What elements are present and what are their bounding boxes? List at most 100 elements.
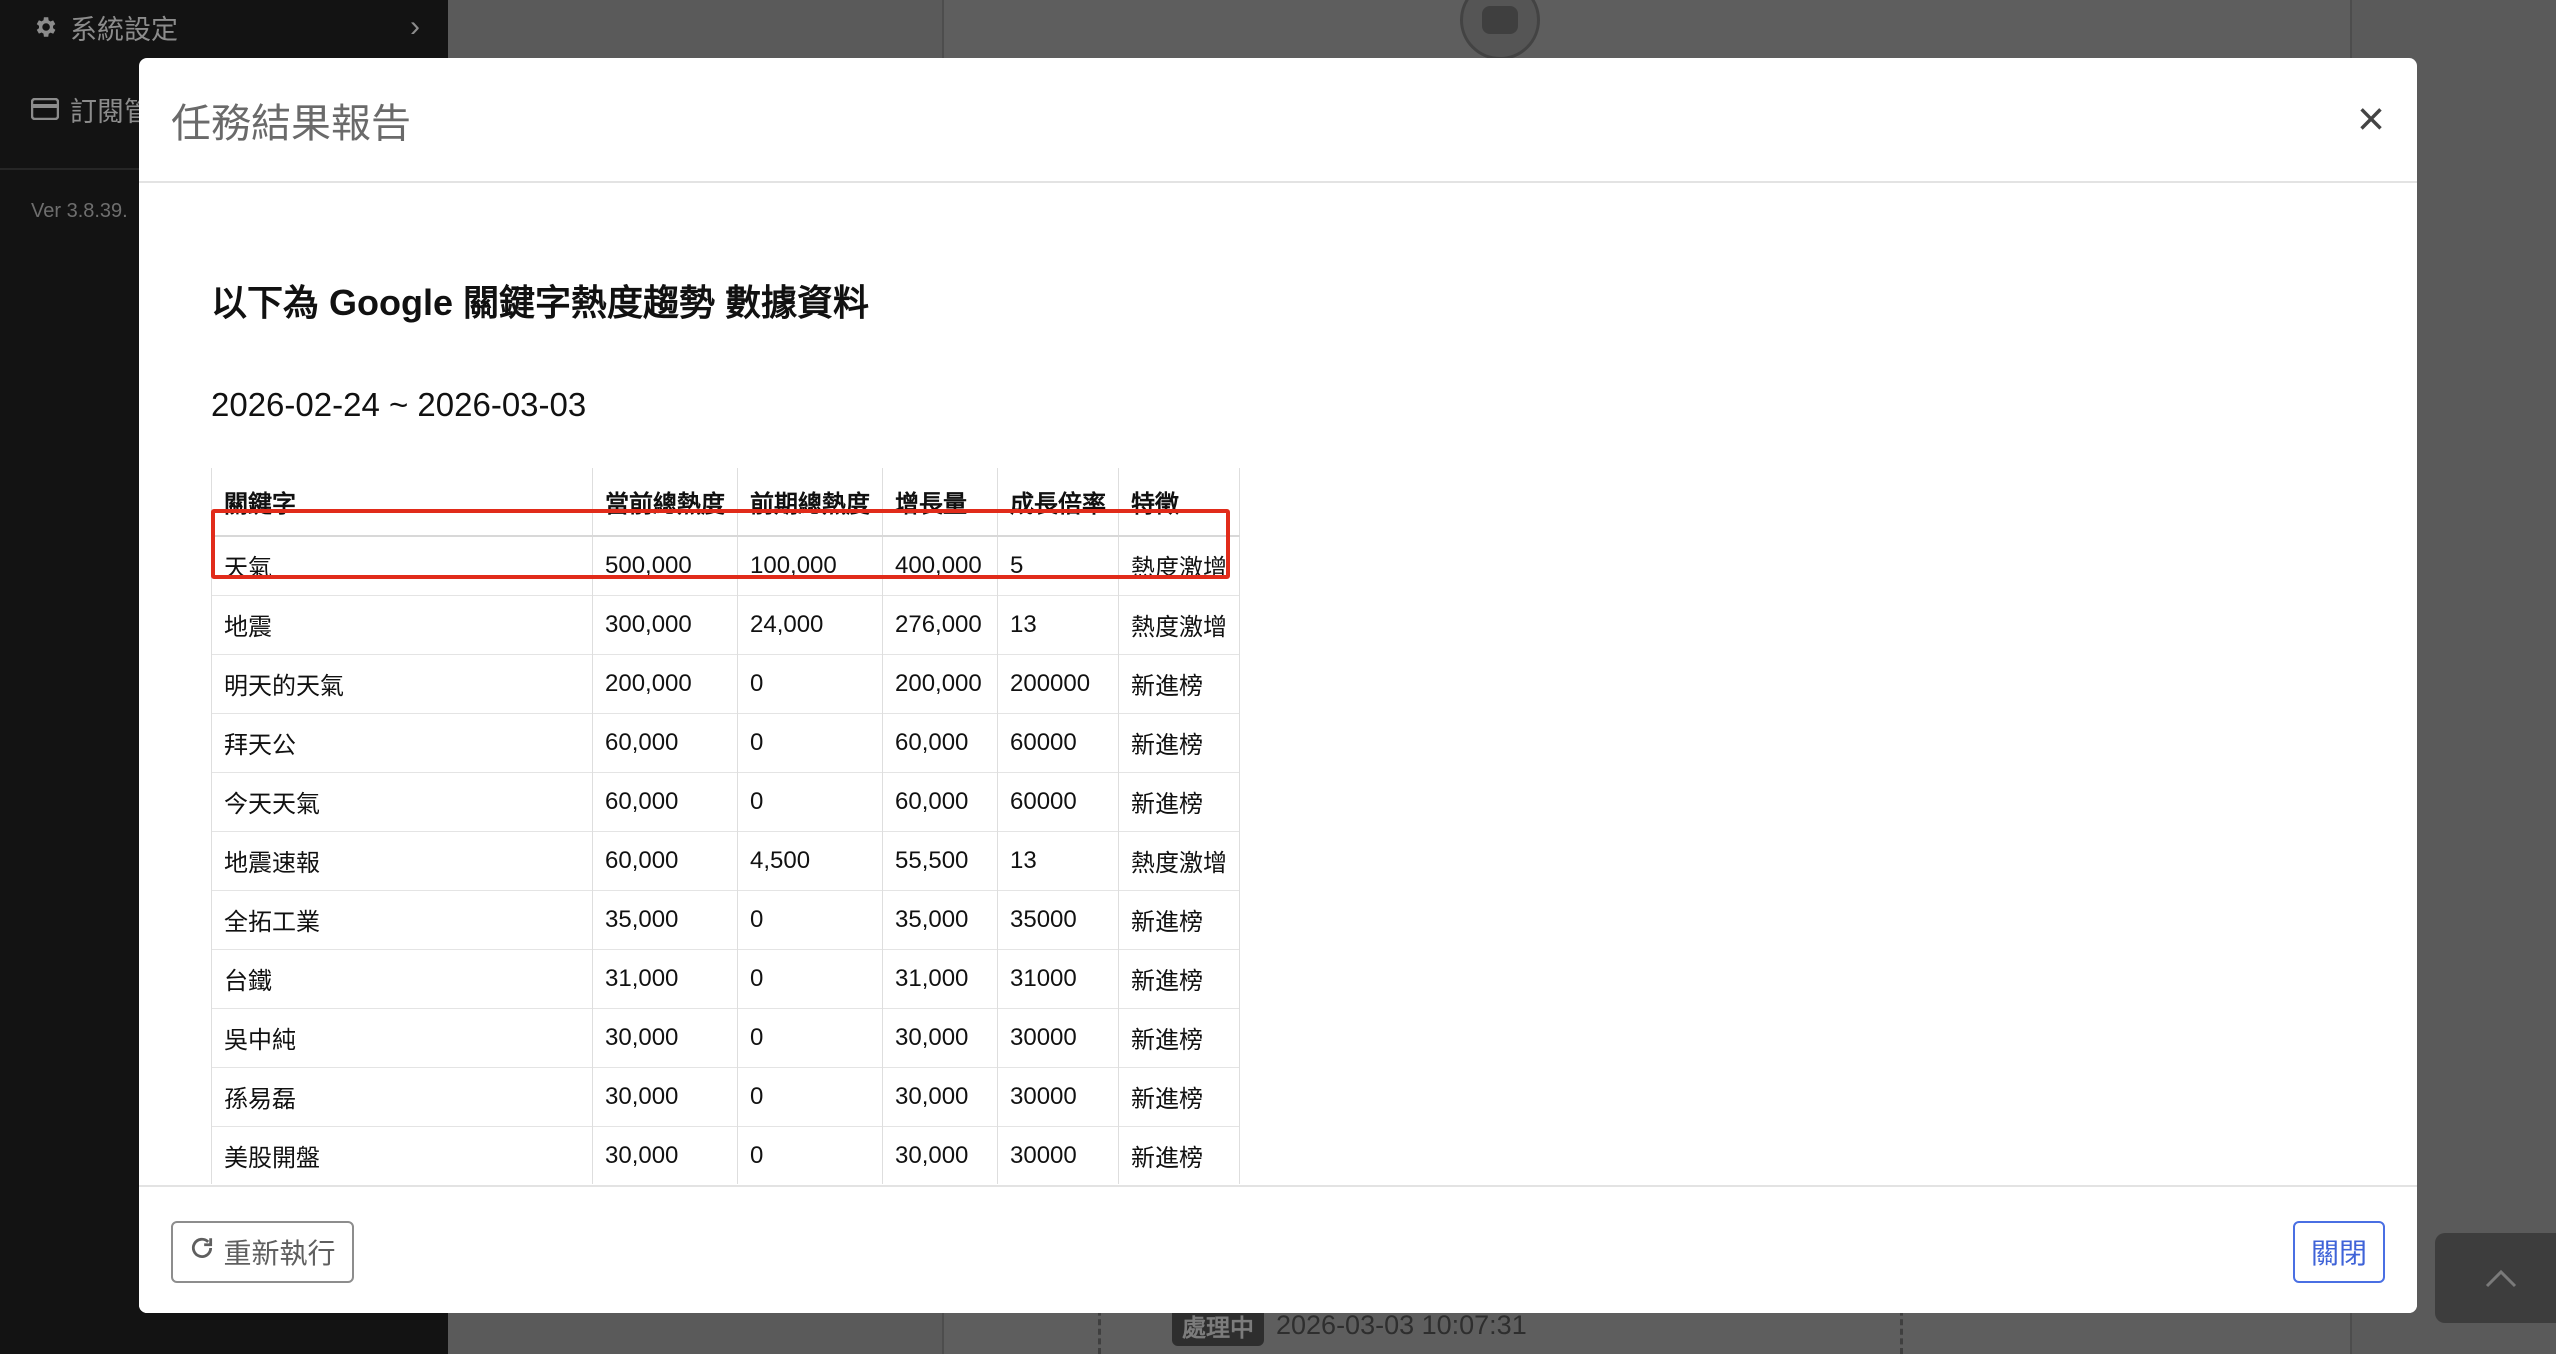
close-icon[interactable]: × [2357, 95, 2385, 144]
table-row: 天氣 500,000 100,000 400,000 5 熱度激增 [211, 535, 1240, 595]
table-cell: 13 [997, 830, 1119, 890]
report-heading: 以下為 Google 關鍵字熱度趨勢 數據資料 [211, 282, 870, 323]
rerun-button[interactable]: 重新執行 [171, 1221, 354, 1283]
table-row: 全拓工業 35,000 0 35,000 35000 新進榜 [211, 889, 1240, 949]
column-header-feature: 特徵 [1118, 468, 1240, 537]
modal-title: 任務結果報告 [171, 101, 411, 146]
gear-icon [30, 12, 60, 42]
table-cell: 200,000 [592, 653, 738, 713]
table-row: 拜天公 60,000 0 60,000 60000 新進榜 [211, 712, 1240, 772]
table-cell: 60,000 [592, 771, 738, 831]
table-cell: 5 [997, 535, 1119, 595]
close-button[interactable]: 關閉 [2293, 1221, 2385, 1283]
table-cell: 500,000 [592, 535, 738, 595]
table-cell: 吳中純 [211, 1007, 593, 1067]
table-cell: 30,000 [882, 1125, 998, 1184]
table-body: 天氣 500,000 100,000 400,000 5 熱度激增 地震 300,000 24,… [211, 535, 1240, 1184]
sidebar-item-settings-label: 系統設定 [70, 14, 178, 45]
table-cell: 100,000 [737, 535, 883, 595]
scroll-to-top-button[interactable] [2435, 1233, 2556, 1323]
table-row: 明天的天氣 200,000 0 200,000 200000 新進榜 [211, 653, 1240, 713]
table-cell: 30000 [997, 1125, 1119, 1184]
table-cell: 0 [737, 889, 883, 949]
table-row: 吳中純 30,000 0 30,000 30000 新進榜 [211, 1007, 1240, 1067]
table-cell: 30000 [997, 1007, 1119, 1067]
table-cell: 60,000 [592, 712, 738, 772]
table-cell: 35000 [997, 889, 1119, 949]
table-cell: 新進榜 [1118, 653, 1240, 713]
table-cell: 60000 [997, 712, 1119, 772]
table-cell: 新進榜 [1118, 948, 1240, 1008]
table-cell: 200,000 [882, 653, 998, 713]
table-cell: 30,000 [592, 1066, 738, 1126]
table-cell: 台鐵 [211, 948, 593, 1008]
credit-card-icon [30, 94, 60, 124]
table-row: 孫易磊 30,000 0 30,000 30000 新進榜 [211, 1066, 1240, 1126]
table-cell: 0 [737, 1125, 883, 1184]
table-cell: 31,000 [882, 948, 998, 1008]
modal-body[interactable]: 以下為 Google 關鍵字熱度趨勢 數據資料 2026-02-24 ~ 202… [139, 184, 2417, 1184]
status-timestamp: 2026-03-03 10:07:31 [1276, 1310, 1527, 1340]
rerun-button-label: 重新執行 [223, 1238, 336, 1269]
table-cell: 新進榜 [1118, 1125, 1240, 1184]
chevron-right-icon: › [410, 10, 420, 43]
table-cell: 0 [737, 653, 883, 713]
table-cell: 0 [737, 712, 883, 772]
table-cell: 0 [737, 1007, 883, 1067]
table-cell: 60,000 [882, 712, 998, 772]
column-header-growth-rate: 成長倍率 [997, 468, 1119, 537]
table-header-row: 關鍵字 當前總熱度 前期總熱度 增長量 成長倍率 特徵 [211, 468, 1240, 537]
table-cell: 35,000 [592, 889, 738, 949]
table-cell: 300,000 [592, 594, 738, 654]
table-cell: 地震速報 [211, 830, 593, 890]
table-row: 今天天氣 60,000 0 60,000 60000 新進榜 [211, 771, 1240, 831]
table-cell: 30,000 [592, 1125, 738, 1184]
table-cell: 新進榜 [1118, 771, 1240, 831]
table-cell: 13 [997, 594, 1119, 654]
keyword-trend-table: 關鍵字 當前總熱度 前期總熱度 增長量 成長倍率 特徵 天氣 500,000 100… [211, 468, 1240, 1184]
table-cell: 熱度激增 [1118, 535, 1240, 595]
version-label: Ver 3.8.39. [31, 200, 128, 222]
table-cell: 熱度激增 [1118, 830, 1240, 890]
table-cell: 天氣 [211, 535, 593, 595]
table-cell: 60,000 [882, 771, 998, 831]
table-cell: 新進榜 [1118, 712, 1240, 772]
column-header-current-heat: 當前總熱度 [592, 468, 738, 537]
table-row: 美股開盤 30,000 0 30,000 30000 新進榜 [211, 1125, 1240, 1184]
chevron-up-icon [2485, 1269, 2517, 1288]
column-header-growth: 增長量 [882, 468, 998, 537]
table-cell: 4,500 [737, 830, 883, 890]
table-cell: 55,500 [882, 830, 998, 890]
table-cell: 31,000 [592, 948, 738, 1008]
table-cell: 熱度激增 [1118, 594, 1240, 654]
table-cell: 拜天公 [211, 712, 593, 772]
refresh-icon [189, 1235, 215, 1269]
table-cell: 明天的天氣 [211, 653, 593, 713]
table-cell: 新進榜 [1118, 889, 1240, 949]
table-cell: 200000 [997, 653, 1119, 713]
table-cell: 30,000 [882, 1066, 998, 1126]
table-cell: 31000 [997, 948, 1119, 1008]
table-cell: 新進榜 [1118, 1007, 1240, 1067]
table-cell: 30000 [997, 1066, 1119, 1126]
modal-footer: 重新執行 關閉 [139, 1185, 2417, 1313]
table-cell: 0 [737, 948, 883, 1008]
modal-header: 任務結果報告 × [139, 58, 2417, 183]
sidebar-item-settings[interactable]: 系統設定 › [30, 2, 420, 52]
sidebar-item-subscription[interactable]: 訂閱管 [30, 84, 151, 134]
table-cell: 新進榜 [1118, 1066, 1240, 1126]
table-cell: 60000 [997, 771, 1119, 831]
table-cell: 0 [737, 771, 883, 831]
table-cell: 35,000 [882, 889, 998, 949]
table-cell: 400,000 [882, 535, 998, 595]
table-cell: 30,000 [882, 1007, 998, 1067]
table-row: 地震 300,000 24,000 276,000 13 熱度激增 [211, 594, 1240, 654]
date-range: 2026-02-24 ~ 2026-03-03 [211, 386, 587, 423]
table-cell: 地震 [211, 594, 593, 654]
table-cell: 孫易磊 [211, 1066, 593, 1126]
task-result-modal: 任務結果報告 × 以下為 Google 關鍵字熱度趨勢 數據資料 2026-02… [139, 58, 2417, 1313]
table-row: 台鐵 31,000 0 31,000 31000 新進榜 [211, 948, 1240, 1008]
table-cell: 全拓工業 [211, 889, 593, 949]
table-cell: 美股開盤 [211, 1125, 593, 1184]
table-cell: 今天天氣 [211, 771, 593, 831]
